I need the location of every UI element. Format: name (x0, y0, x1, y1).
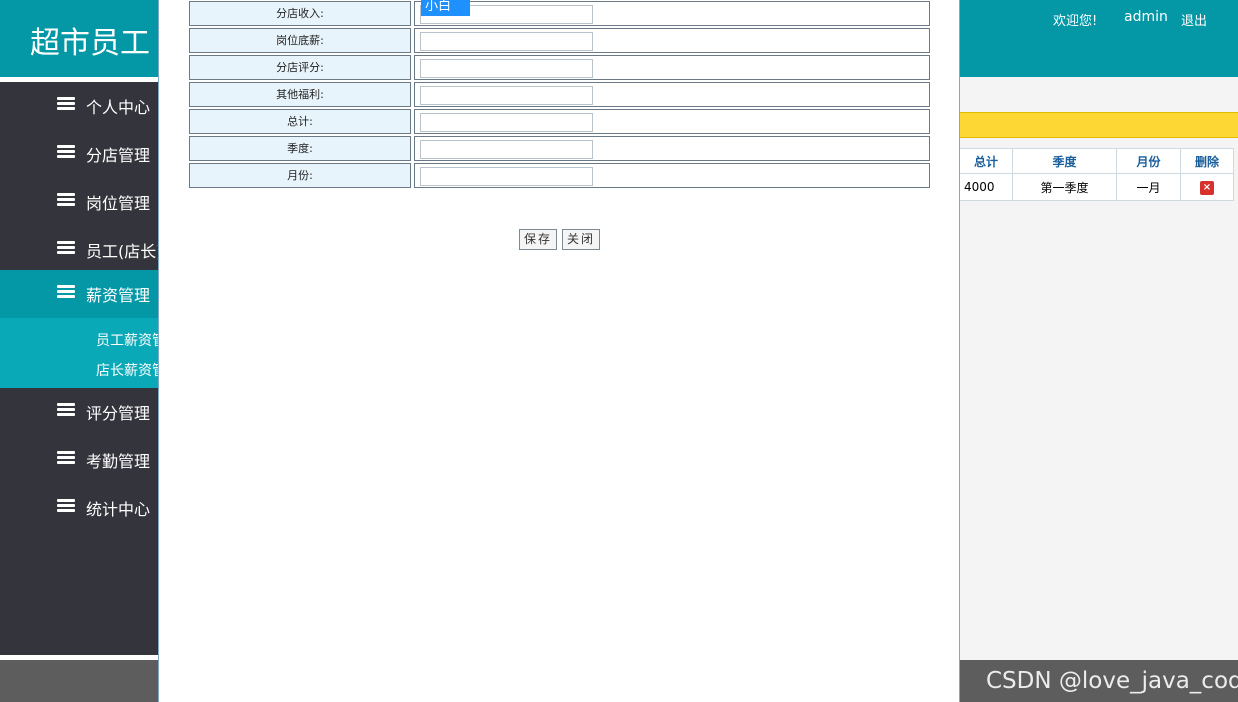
sidebar-item-attendance[interactable]: 考勤管理 (0, 436, 160, 484)
toolbar-bar (959, 112, 1238, 138)
form-row: 其他福利: (189, 82, 930, 107)
sidebar-item-label: 评分管理 (86, 404, 151, 423)
sidebar-item-employee[interactable]: 员工(店长) (0, 226, 163, 274)
dropdown-option-selected[interactable]: 小白 (421, 0, 470, 16)
close-button[interactable]: 关闭 (562, 229, 600, 250)
stack-icon (57, 403, 75, 416)
branch-score-input[interactable] (420, 59, 593, 78)
field-cell (414, 163, 930, 188)
sidebar-item-label: 薪资管理 (86, 286, 151, 305)
form-row: 季度: (189, 136, 930, 161)
table-cell: 第一季度 (1012, 173, 1117, 201)
form-row: 分店评分: (189, 55, 930, 80)
logout-link[interactable]: 退出 (1181, 10, 1207, 29)
field-cell (414, 55, 930, 80)
table-cell: × (1180, 173, 1234, 201)
sidebar-item-label: 考勤管理 (86, 452, 151, 471)
sidebar-item-label: 员工(店长) (86, 242, 163, 261)
delete-icon[interactable]: × (1200, 181, 1214, 195)
base-salary-input[interactable] (420, 32, 593, 51)
field-label: 分店收入: (189, 1, 411, 26)
welcome-text: 欢迎您! (1053, 14, 1098, 29)
edit-salary-dialog: 分店收入: 岗位底薪: 分店评分: 其他福利: 总计: 季度: 月份: 小白 保… (158, 0, 960, 702)
field-cell (414, 82, 930, 107)
form-row: 分店收入: (189, 1, 930, 26)
sidebar-item-label: 统计中心 (86, 500, 151, 519)
sidebar-item-personal-center[interactable]: 个人中心 (0, 82, 160, 130)
field-label: 其他福利: (189, 82, 411, 107)
stack-icon (57, 241, 75, 254)
sidebar-item-position[interactable]: 岗位管理 (0, 178, 160, 226)
form-row: 岗位底薪: (189, 28, 930, 53)
watermark: CSDN @love_java_code (986, 668, 1238, 694)
sidebar-item-branch[interactable]: 分店管理 (0, 130, 160, 178)
field-cell (414, 1, 930, 26)
submenu-employee-salary[interactable]: 员工薪资管 (96, 330, 166, 350)
stack-icon (57, 193, 75, 206)
stack-icon (57, 499, 75, 512)
total-input[interactable] (420, 113, 593, 132)
column-header: 季度 (1012, 148, 1117, 174)
column-header: 月份 (1116, 148, 1181, 174)
table-cell: 4000 (959, 173, 1013, 201)
field-cell (414, 136, 930, 161)
save-button[interactable]: 保存 (519, 229, 557, 250)
stack-icon (57, 451, 75, 464)
table-row: 4000 第一季度 一月 × (959, 173, 1234, 201)
field-label: 分店评分: (189, 55, 411, 80)
stack-icon (57, 97, 75, 110)
salary-table: 总计 季度 月份 删除 4000 第一季度 一月 × (959, 148, 1234, 201)
field-label: 月份: (189, 163, 411, 188)
submenu-manager-salary[interactable]: 店长薪资管 (96, 360, 166, 380)
month-input[interactable] (420, 167, 593, 186)
sidebar-item-label: 个人中心 (86, 98, 151, 117)
sidebar-item-label: 分店管理 (86, 146, 151, 165)
form-row: 月份: (189, 163, 930, 188)
field-cell (414, 109, 930, 134)
field-label: 总计: (189, 109, 411, 134)
salary-submenu: 员工薪资管 店长薪资管 (0, 318, 166, 388)
app-title: 超市员工 (30, 26, 150, 61)
column-header: 总计 (959, 148, 1013, 174)
sidebar-item-salary[interactable]: 薪资管理 (0, 270, 160, 318)
stack-icon (57, 145, 75, 158)
sidebar-item-label: 岗位管理 (86, 194, 151, 213)
quarter-input[interactable] (420, 140, 593, 159)
table-header-row: 总计 季度 月份 删除 (959, 148, 1234, 174)
form-row: 总计: (189, 109, 930, 134)
sidebar-item-statistics[interactable]: 统计中心 (0, 484, 160, 532)
stack-icon (57, 285, 75, 298)
table-cell: 一月 (1116, 173, 1181, 201)
user-name[interactable]: admin (1124, 9, 1168, 25)
other-benefits-input[interactable] (420, 86, 593, 105)
field-cell (414, 28, 930, 53)
sidebar-item-score[interactable]: 评分管理 (0, 388, 160, 436)
column-header: 删除 (1180, 148, 1234, 174)
sidebar: 个人中心 分店管理 岗位管理 员工(店长) 薪资管理 员工薪资管 店长薪资管 评… (0, 82, 166, 655)
field-label: 季度: (189, 136, 411, 161)
field-label: 岗位底薪: (189, 28, 411, 53)
